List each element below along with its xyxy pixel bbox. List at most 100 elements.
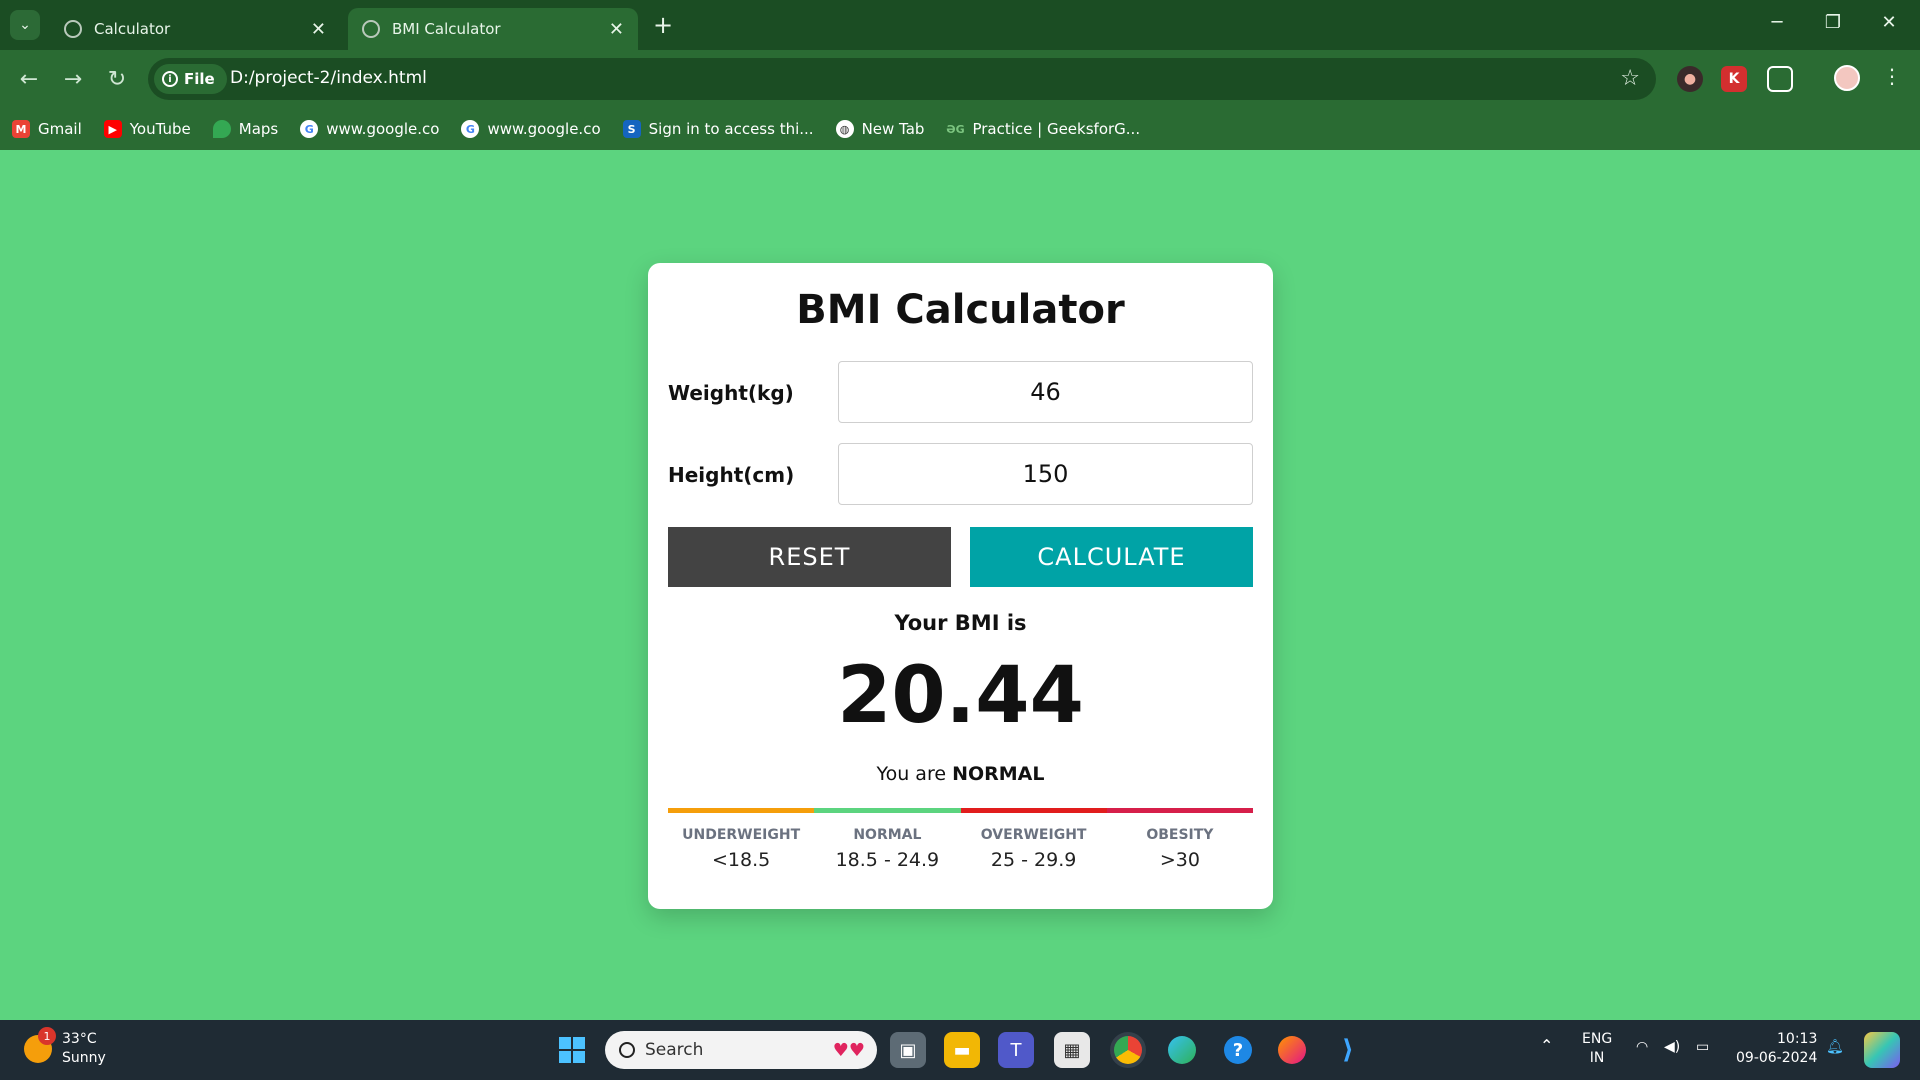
bookmark-label: www.google.co [326,120,440,138]
bookmark-label: New Tab [861,120,925,138]
bookmark-label: Gmail [38,120,82,138]
language-line2: IN [1589,1050,1605,1066]
result-heading: Your BMI is [894,611,1027,635]
bookmark-label: YouTube [129,120,191,138]
tab-calculator[interactable]: Calculator ✕ [50,8,340,50]
bookmark-label: Maps [238,120,279,138]
scale-underweight: UNDERWEIGHT <18.5 [668,827,814,871]
edge-icon[interactable] [1164,1032,1200,1068]
globe-icon [64,20,82,38]
info-icon: i [162,71,178,87]
globe-icon [362,20,380,38]
globe-icon: ◍ [835,120,854,138]
scale-name: NORMAL [853,827,922,843]
scale-range: <18.5 [712,849,771,871]
scale-segment-obesity [1106,808,1253,813]
tab-search-button[interactable]: ⌄ [10,10,40,40]
battery-icon[interactable]: ▭ [1696,1038,1709,1057]
address-bar[interactable]: i File D:/project-2/index.html ☆ [148,58,1656,100]
volume-icon[interactable]: ◀) [1664,1038,1680,1057]
bookmark-new-tab[interactable]: ◍ New Tab [835,120,925,138]
status-value: NORMAL [952,763,1045,785]
weather-text: 33°C Sunny [62,1030,106,1068]
search-placeholder: Search [645,1040,704,1060]
file-explorer-icon[interactable]: ▬ [944,1032,980,1068]
notification-badge: 1 [38,1027,56,1045]
maps-icon [212,120,231,138]
wifi-icon[interactable]: ◠ [1636,1038,1648,1057]
bookmark-maps[interactable]: Maps [212,120,279,138]
chrome-icon[interactable] [1110,1032,1146,1068]
minimize-button[interactable]: ─ [1762,12,1792,33]
notification-bell-icon[interactable]: 🔔︎ [1826,1038,1844,1057]
height-input[interactable] [838,443,1253,505]
scale-range: 25 - 29.9 [990,849,1077,871]
scale-range: 18.5 - 24.9 [835,849,940,871]
bookmark-google-1[interactable]: Gwww.google.co [300,120,439,138]
scale-overweight: OVERWEIGHT 25 - 29.9 [961,827,1107,871]
gfg-icon: ƏG [946,122,965,136]
forward-button[interactable]: → [58,64,88,94]
cookie-extension-icon[interactable]: ● [1677,66,1703,92]
browser-toolbar: ← → ↻ i File D:/project-2/index.html ☆ ●… [0,50,1920,108]
language-indicator[interactable]: ENG IN [1582,1030,1612,1068]
task-view-icon[interactable]: ▣ [890,1032,926,1068]
windows-taskbar: 1 33°C Sunny Search ♥♥ ▣ ▬ T ▦ ? ⟩ ⌃ ENG… [0,1020,1920,1080]
clock-time: 10:13 [1777,1031,1818,1047]
close-window-button[interactable]: ✕ [1874,12,1904,33]
firefox-icon[interactable] [1274,1032,1310,1068]
calculate-button[interactable]: CALCULATE [970,527,1253,587]
clock[interactable]: 10:13 09-06-2024 [1736,1030,1817,1068]
site-info-chip[interactable]: i File [154,64,227,94]
bookmark-label: Sign in to access thi... [648,120,814,138]
copilot-icon[interactable] [1864,1032,1900,1068]
weight-input[interactable] [838,361,1253,423]
vscode-icon[interactable]: ⟩ [1330,1032,1366,1068]
teams-icon[interactable]: T [998,1032,1034,1068]
restore-button[interactable]: ❐ [1818,12,1848,33]
url-text[interactable]: D:/project-2/index.html [230,68,427,88]
back-button[interactable]: ← [14,64,44,94]
google-icon: G [300,120,319,138]
tab-bmi-calculator[interactable]: BMI Calculator ✕ [348,8,638,50]
tray-overflow-icon[interactable]: ⌃ [1540,1036,1553,1055]
weather-condition: Sunny [62,1050,106,1066]
scale-name: UNDERWEIGHT [682,827,801,843]
clock-date: 09-06-2024 [1736,1050,1818,1066]
store-icon[interactable]: ▦ [1054,1032,1090,1068]
file-chip-label: File [184,70,215,88]
bookmark-star-icon[interactable]: ☆ [1620,66,1640,91]
new-tab-button[interactable]: + [650,11,676,39]
close-icon[interactable]: ✕ [609,19,624,40]
scale-segment-underweight [668,808,815,813]
bmi-scale-legend: UNDERWEIGHT <18.5 NORMAL 18.5 - 24.9 OVE… [668,827,1253,871]
bookmark-gfg[interactable]: ƏG Practice | GeeksforG... [946,120,1140,138]
language-line1: ENG [1582,1031,1613,1047]
scale-obesity: OBESITY >30 [1107,827,1253,871]
help-icon[interactable]: ? [1220,1032,1256,1068]
scale-name: OBESITY [1146,827,1214,843]
reload-button[interactable]: ↻ [102,64,132,94]
search-icon [619,1042,635,1058]
k-extension-icon[interactable]: K [1721,66,1747,92]
bookmark-youtube[interactable]: ▶ YouTube [103,120,191,138]
close-icon[interactable]: ✕ [311,19,326,40]
height-label: Height(cm) [668,463,795,487]
weather-widget[interactable]: 1 33°C Sunny [24,1027,106,1068]
bookmark-google-2[interactable]: Gwww.google.co [461,120,601,138]
bookmark-sign-in[interactable]: S Sign in to access thi... [622,120,814,138]
windows-start-icon[interactable] [554,1032,590,1068]
bmi-status-line: You are NORMAL [648,763,1273,785]
taskbar-search[interactable]: Search ♥♥ [605,1031,877,1069]
sun-icon: 1 [24,1027,56,1063]
more-menu-icon[interactable]: ⋮ [1882,64,1902,88]
tab-strip: ⌄ Calculator ✕ BMI Calculator ✕ + ─ ❐ ✕ [0,0,1920,50]
bookmark-gmail[interactable]: M Gmail [12,120,82,138]
scale-name: OVERWEIGHT [980,827,1087,843]
youtube-icon: ▶ [103,120,122,138]
reset-button[interactable]: RESET [668,527,951,587]
bmi-card: BMI Calculator Weight(kg) Height(cm) RES… [648,263,1273,909]
weather-temp: 33°C [62,1031,97,1047]
profile-avatar[interactable] [1834,65,1860,91]
extensions-puzzle-icon[interactable] [1767,66,1793,92]
